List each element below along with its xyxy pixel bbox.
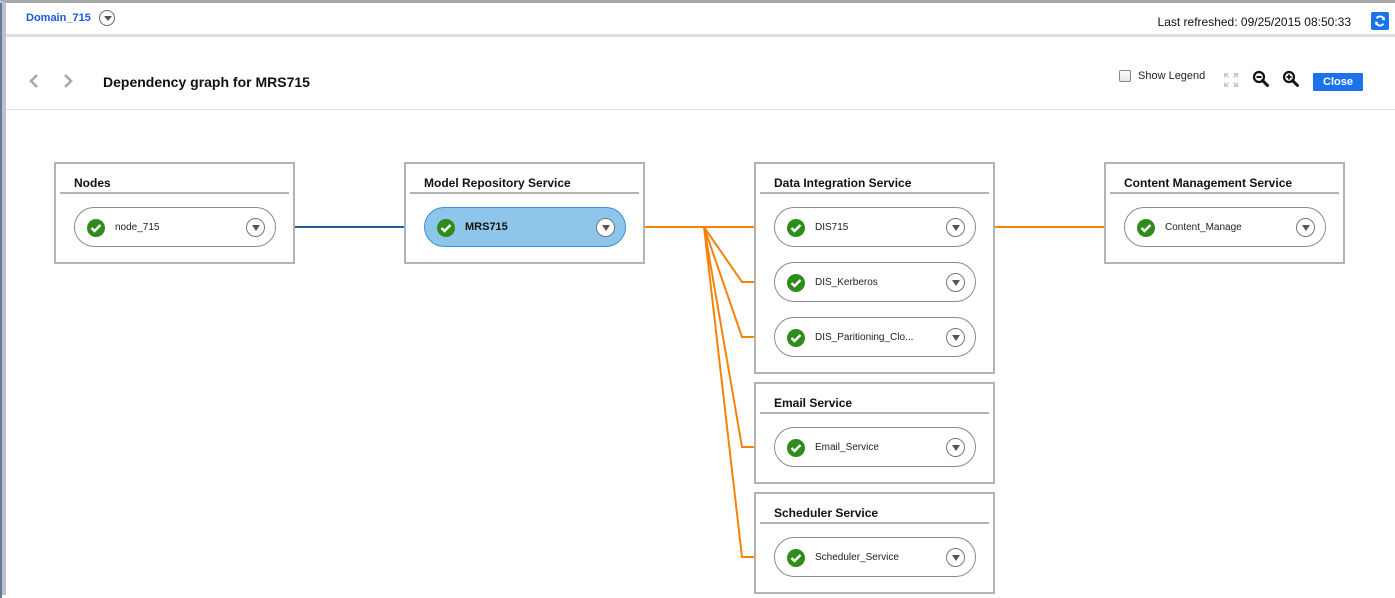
checkmark-icon xyxy=(790,224,802,233)
node-menu-icon[interactable] xyxy=(946,548,965,567)
group-title: Nodes xyxy=(74,176,111,190)
node-menu-icon[interactable] xyxy=(946,438,965,457)
service-node[interactable]: Content_Manage xyxy=(1124,207,1326,247)
edge-MRS715-to-DIS_Kerberos xyxy=(626,226,774,283)
domain-link[interactable]: Domain_715 xyxy=(26,12,91,24)
dependency-graph-window: Domain_715 Last refreshed: 09/25/2015 08… xyxy=(0,0,1395,598)
show-legend-label: Show Legend xyxy=(1138,70,1206,82)
group-divider xyxy=(410,192,639,194)
last-refreshed-label: Last refreshed: 09/25/2015 08:50:33 xyxy=(1157,15,1351,29)
node-label: node_715 xyxy=(115,222,160,233)
service-node[interactable]: DIS715 xyxy=(774,207,976,247)
node-menu-icon[interactable] xyxy=(596,218,615,237)
node-menu-icon[interactable] xyxy=(946,273,965,292)
service-node[interactable]: DIS_Paritioning_Clo... xyxy=(774,317,976,357)
service-node[interactable]: Email_Service xyxy=(774,427,976,467)
status-ok-icon xyxy=(87,219,105,237)
group-nodes: Nodes node_715 xyxy=(54,162,295,264)
show-legend-toggle[interactable]: Show Legend xyxy=(1119,70,1205,82)
node-label: MRS715 xyxy=(465,221,508,233)
refresh-button[interactable] xyxy=(1371,12,1389,30)
node-label: Scheduler_Service xyxy=(815,552,899,563)
group-title: Content Management Service xyxy=(1124,176,1293,190)
group-title: Email Service xyxy=(774,396,853,410)
previous-button[interactable] xyxy=(28,73,40,89)
group-title: Model Repository Service xyxy=(424,176,571,190)
page-title: Dependency graph for MRS715 xyxy=(103,74,310,90)
zoom-in-icon xyxy=(1282,70,1299,87)
top-bar: Domain_715 Last refreshed: 09/25/2015 08… xyxy=(6,3,1395,37)
show-legend-checkbox[interactable] xyxy=(1119,70,1131,82)
refresh-icon xyxy=(1375,15,1385,27)
node-menu-icon[interactable] xyxy=(946,218,965,237)
status-ok-icon xyxy=(1137,219,1155,237)
node-label: DIS_Paritioning_Clo... xyxy=(815,332,914,343)
edge-MRS715-to-Scheduler_Service xyxy=(626,226,774,558)
service-node[interactable]: node_715 xyxy=(74,207,276,247)
group-divider xyxy=(760,192,989,194)
service-node[interactable]: MRS715 xyxy=(424,207,626,247)
checkmark-icon xyxy=(90,224,102,233)
checkmark-icon xyxy=(790,279,802,288)
status-ok-icon xyxy=(787,219,805,237)
graph-header: Dependency graph for MRS715 Show Legend … xyxy=(6,40,1395,110)
status-ok-icon xyxy=(787,274,805,292)
chevron-left-icon xyxy=(29,74,38,88)
checkmark-icon xyxy=(440,224,452,233)
checkmark-icon xyxy=(790,444,802,453)
group-divider xyxy=(760,412,989,414)
fit-to-screen-button[interactable] xyxy=(1223,72,1239,93)
status-ok-icon xyxy=(437,219,455,237)
graph-canvas: Nodes node_715 Model Repository Service MRS… xyxy=(6,111,1395,595)
chevron-right-icon xyxy=(64,74,73,88)
group-email: Email Service Email_Service xyxy=(754,382,995,484)
group-title: Scheduler Service xyxy=(774,506,879,520)
checkmark-icon xyxy=(790,334,802,343)
node-label: Email_Service xyxy=(815,442,879,453)
service-node[interactable]: Scheduler_Service xyxy=(774,537,976,577)
group-divider xyxy=(1110,192,1339,194)
group-divider xyxy=(760,522,989,524)
status-ok-icon xyxy=(787,549,805,567)
checkmark-icon xyxy=(1140,224,1152,233)
node-label: DIS_Kerberos xyxy=(815,277,878,288)
group-title: Data Integration Service xyxy=(774,176,912,190)
node-menu-icon[interactable] xyxy=(246,218,265,237)
group-divider xyxy=(60,192,289,194)
zoom-in-button[interactable] xyxy=(1282,70,1300,93)
next-button[interactable] xyxy=(62,73,74,89)
status-ok-icon xyxy=(787,439,805,457)
chevron-down-circle-icon[interactable] xyxy=(99,10,115,26)
zoom-out-icon xyxy=(1252,70,1269,87)
node-label: DIS715 xyxy=(815,222,849,233)
close-button[interactable]: Close xyxy=(1313,73,1363,91)
fit-to-screen-icon xyxy=(1224,73,1238,87)
node-menu-icon[interactable] xyxy=(946,328,965,347)
status-ok-icon xyxy=(787,329,805,347)
service-node[interactable]: DIS_Kerberos xyxy=(774,262,976,302)
group-cms: Content Management Service Content_Manage xyxy=(1104,162,1345,264)
group-dis: Data Integration Service DIS715 DIS_Kerber… xyxy=(754,162,995,374)
zoom-out-button[interactable] xyxy=(1252,70,1270,93)
node-label: Content_Manage xyxy=(1165,222,1242,233)
checkmark-icon xyxy=(790,554,802,563)
node-menu-icon[interactable] xyxy=(1296,218,1315,237)
group-mrs: Model Repository Service MRS715 xyxy=(404,162,645,264)
group-scheduler: Scheduler Service Scheduler_Service xyxy=(754,492,995,594)
